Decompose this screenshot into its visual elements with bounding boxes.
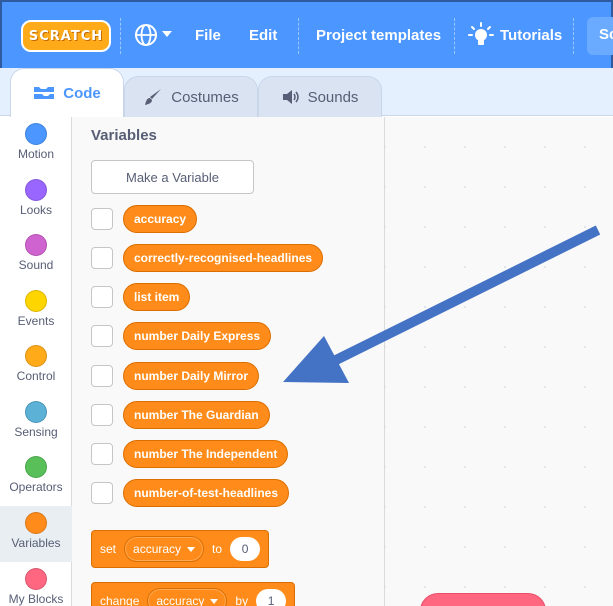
- category-label: Variables: [11, 536, 61, 550]
- variable-row: correctly-recognised-headlines: [91, 241, 324, 275]
- category-label: My Blocks: [8, 592, 64, 606]
- variable-row: number The Guardian: [91, 398, 270, 432]
- variable-row: list item: [91, 280, 191, 314]
- script-workspace[interactable]: [385, 117, 613, 606]
- block-palette: Variables Make a Variable accuracy corre…: [72, 117, 385, 606]
- variable-reporter-block[interactable]: correctly-recognised-headlines: [123, 244, 324, 272]
- menu-separator: [120, 18, 121, 54]
- change-variable-block[interactable]: change accuracy by 1: [91, 582, 296, 606]
- brush-icon: [145, 89, 162, 105]
- menu-separator: [573, 18, 574, 54]
- chevron-down-icon: [187, 546, 196, 552]
- category-dot-icon: [25, 456, 47, 478]
- category-dot-icon: [25, 234, 47, 256]
- variable-row: number-of-test-headlines: [91, 476, 290, 510]
- make-variable-button[interactable]: Make a Variable: [91, 160, 254, 194]
- category-dot-icon: [25, 512, 47, 534]
- chevron-down-icon[interactable]: [162, 31, 172, 37]
- category-dot-icon: [25, 568, 47, 590]
- show-variable-checkbox[interactable]: [91, 208, 113, 230]
- file-menu[interactable]: File: [195, 27, 221, 44]
- tab-costumes[interactable]: Costumes: [124, 76, 258, 117]
- category-label: Motion: [17, 147, 55, 161]
- variable-row: number The Independent: [91, 437, 289, 471]
- category-dot-icon: [25, 401, 47, 423]
- logo-text: SCRATCH: [28, 28, 104, 44]
- category-motion[interactable]: Motion: [0, 117, 72, 173]
- tab-code-label: Code: [63, 84, 101, 102]
- search-button-label: Sc: [599, 26, 613, 43]
- tab-code[interactable]: Code: [10, 68, 124, 117]
- category-sensing[interactable]: Sensing: [0, 395, 72, 451]
- tab-sounds-label: Sounds: [307, 88, 359, 106]
- variable-row: number Daily Mirror: [91, 359, 260, 393]
- category-label: Sensing: [14, 425, 58, 439]
- category-dot-icon: [25, 290, 47, 312]
- show-variable-checkbox[interactable]: [91, 443, 113, 465]
- palette-title: Variables: [91, 127, 157, 144]
- block-verb: set: [100, 542, 117, 556]
- category-label: Sound: [18, 258, 54, 272]
- category-sound[interactable]: Sound: [0, 228, 72, 284]
- variable-reporter-block[interactable]: list item: [123, 283, 191, 311]
- variable-dropdown[interactable]: accuracy: [147, 588, 228, 606]
- show-variable-checkbox[interactable]: [91, 325, 113, 347]
- category-looks[interactable]: Looks: [0, 173, 72, 229]
- edit-menu[interactable]: Edit: [249, 27, 277, 44]
- scratch-logo[interactable]: SCRATCH: [21, 20, 111, 52]
- workspace-block[interactable]: [420, 593, 546, 606]
- show-variable-checkbox[interactable]: [91, 247, 113, 269]
- category-dot-icon: [25, 179, 47, 201]
- variable-reporter-block[interactable]: number The Independent: [123, 440, 289, 468]
- category-operators[interactable]: Operators: [0, 450, 72, 506]
- code-icon: [34, 87, 55, 99]
- category-dot-icon: [25, 123, 47, 145]
- category-label: Looks: [19, 203, 53, 217]
- show-variable-checkbox[interactable]: [91, 286, 113, 308]
- category-my-blocks[interactable]: My Blocks: [0, 562, 72, 606]
- tab-sounds[interactable]: Sounds: [258, 76, 382, 117]
- variable-reporter-block[interactable]: number The Guardian: [123, 401, 270, 429]
- tutorials-menu[interactable]: Tutorials: [500, 27, 562, 44]
- lightbulb-icon[interactable]: [468, 22, 494, 48]
- block-connector: to: [212, 542, 223, 556]
- variable-reporter-block[interactable]: number Daily Mirror: [123, 362, 260, 390]
- speaker-icon: [282, 90, 299, 104]
- value-input[interactable]: 1: [256, 589, 287, 606]
- block-category-menu: Motion Looks Sound Events Control Sensin…: [0, 117, 72, 606]
- chevron-down-icon: [210, 598, 219, 604]
- variable-dropdown[interactable]: accuracy: [124, 536, 205, 562]
- block-verb: change: [100, 594, 140, 606]
- category-events[interactable]: Events: [0, 284, 72, 340]
- dropdown-value: accuracy: [133, 542, 182, 556]
- variable-reporter-block[interactable]: accuracy: [123, 205, 198, 233]
- menu-bar: SCRATCH File Edit Project templates Tuto…: [0, 0, 613, 68]
- variable-row: accuracy: [91, 202, 198, 236]
- editor-tab-bar: Code Costumes Sounds: [0, 68, 613, 117]
- show-variable-checkbox[interactable]: [91, 404, 113, 426]
- tab-costumes-label: Costumes: [171, 88, 239, 106]
- menu-separator: [454, 18, 455, 54]
- category-label: Events: [17, 314, 55, 328]
- variable-reporter-block[interactable]: number-of-test-headlines: [123, 479, 290, 507]
- project-templates-menu[interactable]: Project templates: [316, 27, 441, 44]
- show-variable-checkbox[interactable]: [91, 482, 113, 504]
- category-control[interactable]: Control: [0, 339, 72, 395]
- category-label: Control: [16, 369, 56, 383]
- variable-row: number Daily Express: [91, 319, 272, 353]
- menu-separator: [298, 18, 299, 54]
- block-connector: by: [235, 594, 249, 606]
- category-dot-icon: [25, 345, 47, 367]
- show-variable-checkbox[interactable]: [91, 365, 113, 387]
- dropdown-value: accuracy: [156, 594, 205, 606]
- set-variable-block[interactable]: set accuracy to 0: [91, 530, 270, 568]
- value-input[interactable]: 0: [230, 537, 261, 561]
- category-label: Operators: [9, 480, 63, 494]
- globe-icon[interactable]: [134, 23, 158, 47]
- search-button[interactable]: Sc: [587, 17, 613, 55]
- variable-reporter-block[interactable]: number Daily Express: [123, 322, 272, 350]
- category-variables[interactable]: Variables: [0, 506, 72, 562]
